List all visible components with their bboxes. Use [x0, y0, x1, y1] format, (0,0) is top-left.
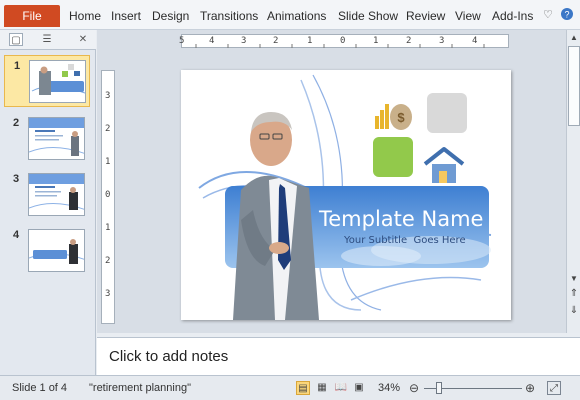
- scroll-up-icon[interactable]: ▲: [568, 32, 580, 44]
- ruler-tick: 5: [179, 36, 185, 46]
- outline-icon[interactable]: ☰: [40, 33, 54, 46]
- slide-sorter-icon[interactable]: ▦: [315, 381, 329, 395]
- slide-thumbnail-3[interactable]: 3: [4, 169, 90, 221]
- svg-text:$: $: [397, 110, 405, 125]
- ruler-tick: 1: [373, 36, 379, 46]
- ribbon: File Home Insert Design Transitions Anim…: [0, 0, 580, 30]
- fit-to-window-icon[interactable]: ⤢: [547, 381, 561, 395]
- vertical-ruler: 3 2 1 0 1 2 3: [101, 70, 115, 324]
- slides-icon[interactable]: ▢: [9, 33, 23, 46]
- slide-title[interactable]: Template Name: [319, 207, 483, 231]
- next-slide-icon[interactable]: ⇓: [568, 305, 580, 317]
- scroll-thumb[interactable]: [568, 46, 580, 126]
- slide-number: 4: [13, 229, 20, 241]
- tab-home[interactable]: Home: [69, 9, 101, 23]
- tab-view[interactable]: View: [455, 9, 481, 23]
- ruler-tick: 2: [406, 36, 412, 46]
- vertical-scrollbar[interactable]: ▲ ▼ ⇑ ⇓: [566, 30, 580, 333]
- ruler-tick: 3: [439, 36, 445, 46]
- horizontal-ruler: 5 4 3 2 1 0 1 2 3 4: [179, 34, 509, 48]
- ruler-tick: 1: [105, 223, 111, 233]
- ruler-tick: 3: [241, 36, 247, 46]
- ruler-tick: 4: [472, 36, 478, 46]
- slide-number: 2: [13, 117, 20, 129]
- ruler-tick: 4: [209, 36, 215, 46]
- zoom-in-icon[interactable]: ⊕: [523, 381, 537, 395]
- svg-text:?: ?: [564, 10, 569, 20]
- reading-view-icon[interactable]: 📖: [334, 381, 348, 395]
- ruler-tick: 2: [273, 36, 279, 46]
- notes-pane[interactable]: Click to add notes: [97, 337, 580, 375]
- ruler-tick: 3: [105, 91, 111, 101]
- normal-view-icon[interactable]: ▤: [296, 381, 310, 395]
- zoom-level[interactable]: 34%: [378, 382, 400, 394]
- zoom-out-icon[interactable]: ⊖: [407, 381, 421, 395]
- ruler-tick: 0: [105, 190, 111, 200]
- slide-artwork: $: [198, 74, 492, 320]
- slide-editor: 5 4 3 2 1 0 1 2 3 4 3 2 1 0 1 2 3 $ Temp…: [97, 30, 566, 333]
- slides-panel: ▢ ☰ ✕ 1 2 3 4: [0, 30, 96, 375]
- ruler-tick: 1: [105, 157, 111, 167]
- ruler-tick: 2: [105, 124, 111, 134]
- close-icon[interactable]: ✕: [76, 33, 90, 46]
- ruler-tick: 0: [340, 36, 346, 46]
- tab-add-ins[interactable]: Add-Ins: [492, 9, 533, 23]
- file-tab[interactable]: File: [4, 5, 60, 27]
- slide-preview: [29, 60, 86, 103]
- zoom-slider-thumb[interactable]: [436, 382, 442, 394]
- help-icon[interactable]: ?: [560, 7, 574, 24]
- slide-number: 1: [14, 60, 21, 72]
- tab-insert[interactable]: Insert: [111, 9, 141, 23]
- slide-thumbnail-2[interactable]: 2: [4, 113, 90, 165]
- slide-thumbnail-1[interactable]: 1: [4, 55, 90, 107]
- slide-canvas[interactable]: $ Template Name Your Subtitle Goes Here: [181, 70, 511, 320]
- slide-number: 3: [13, 173, 20, 185]
- slideshow-icon[interactable]: ▣: [352, 381, 366, 395]
- tab-animations[interactable]: Animations: [267, 9, 326, 23]
- ruler-tick: 2: [105, 256, 111, 266]
- theme-name: "retirement planning": [89, 382, 191, 394]
- slide-preview: [28, 229, 85, 272]
- tab-design[interactable]: Design: [152, 9, 189, 23]
- scroll-down-icon[interactable]: ▼: [568, 273, 580, 285]
- slide-preview: [28, 117, 85, 160]
- tab-review[interactable]: Review: [406, 9, 445, 23]
- slide-preview: [28, 173, 85, 216]
- chevron-up-icon[interactable]: ♡: [543, 8, 553, 21]
- ruler-tick: 3: [105, 289, 111, 299]
- tab-transitions[interactable]: Transitions: [200, 9, 258, 23]
- tab-slide-show[interactable]: Slide Show: [338, 9, 398, 23]
- panel-tabs: ▢ ☰ ✕: [0, 30, 96, 50]
- slide-thumbnail-4[interactable]: 4: [4, 225, 90, 277]
- ruler-tick: 1: [307, 36, 313, 46]
- notes-placeholder[interactable]: Click to add notes: [109, 348, 228, 365]
- slide-subtitle[interactable]: Your Subtitle Goes Here: [344, 235, 466, 246]
- previous-slide-icon[interactable]: ⇑: [568, 288, 580, 300]
- status-bar: Slide 1 of 4 "retirement planning" ▤ ▦ 📖…: [0, 375, 580, 400]
- slide-count: Slide 1 of 4: [12, 382, 68, 394]
